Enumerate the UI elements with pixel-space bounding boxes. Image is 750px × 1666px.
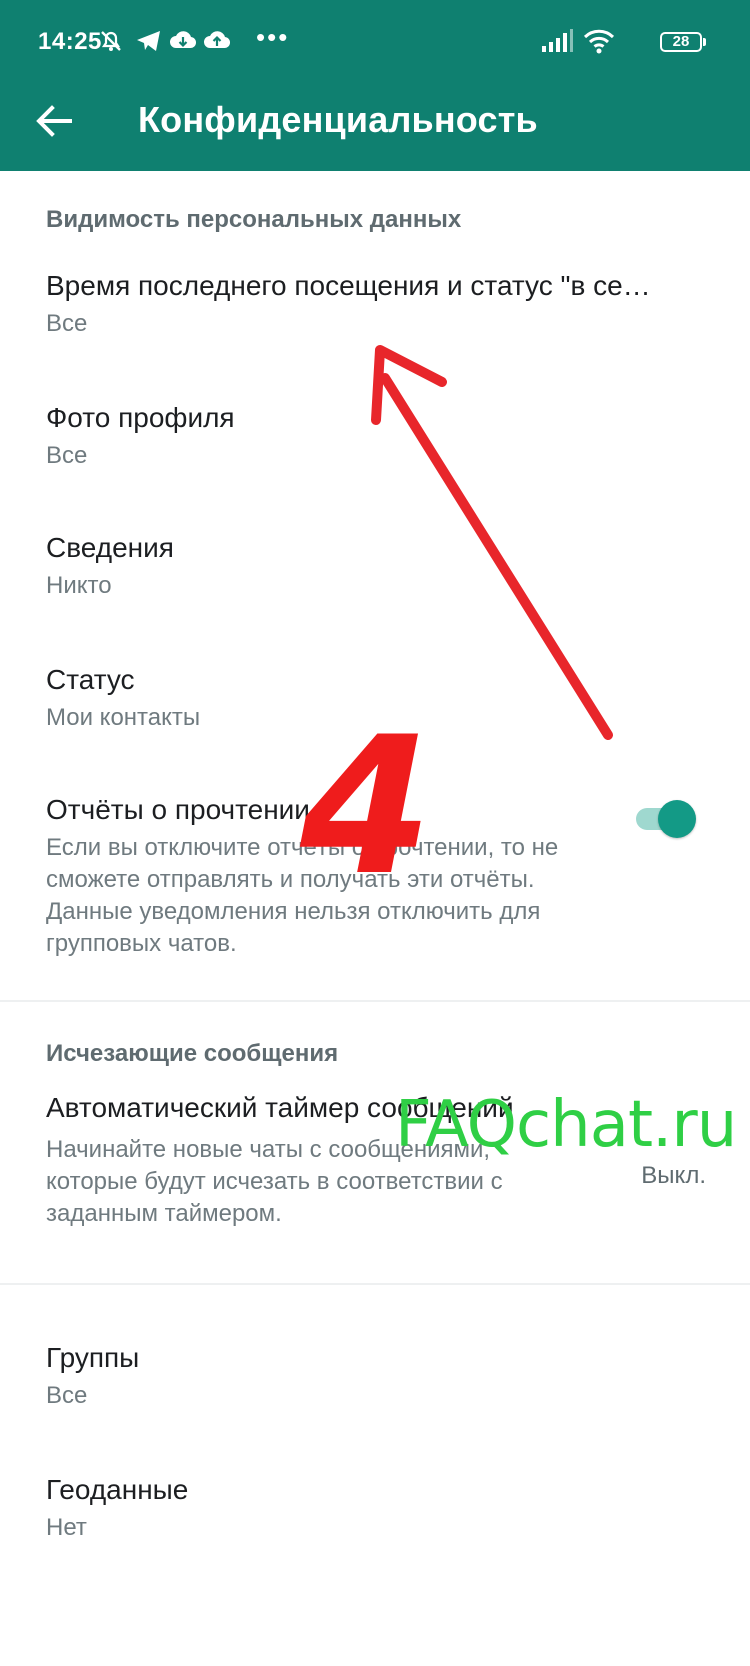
live-location-setting[interactable]: Геоданные Нет <box>0 1460 750 1570</box>
setting-title: Время последнего посещения и статус "в с… <box>46 270 651 301</box>
setting-title: Отчёты о прочтении <box>46 794 310 825</box>
setting-title: Группы <box>46 1342 140 1373</box>
about-setting[interactable]: Сведения Никто <box>0 518 750 628</box>
privacy-settings-screen: 14:25 ••• 28 Конфиденциальность Видимост… <box>0 0 750 1666</box>
wifi-icon <box>583 29 615 54</box>
cloud-download-icon <box>170 31 197 49</box>
section-header-personal-data: Видимость персональных данных <box>46 206 462 233</box>
setting-value: Никто <box>46 572 112 599</box>
section-header-disappearing: Исчезающие сообщения <box>46 1040 339 1067</box>
step-number: 4 <box>300 696 433 917</box>
profile-photo-setting[interactable]: Фото профиля Все <box>0 388 750 498</box>
cloud-upload-icon <box>204 31 231 49</box>
last-seen-setting[interactable]: Время последнего посещения и статус "в с… <box>0 256 750 366</box>
setting-value: Все <box>46 442 88 469</box>
setting-value: Выкл. <box>641 1162 706 1189</box>
setting-title: Фото профиля <box>46 402 235 433</box>
status-bar: 14:25 ••• 28 <box>0 0 750 84</box>
watermark: FAQchat.ru <box>395 1088 737 1162</box>
setting-value: Нет <box>46 1514 87 1541</box>
page-title: Конфиденциальность <box>138 99 538 140</box>
battery-icon: 28 <box>660 32 706 52</box>
status-time: 14:25 <box>38 28 102 55</box>
telegram-icon <box>137 31 160 51</box>
setting-value: Все <box>46 310 88 337</box>
section-divider <box>0 1283 750 1285</box>
setting-title: Статус <box>46 664 135 695</box>
signal-icon <box>542 29 573 52</box>
read-receipts-toggle[interactable] <box>636 800 698 838</box>
setting-value: Все <box>46 1382 88 1409</box>
back-arrow-icon[interactable] <box>30 96 80 146</box>
section-divider <box>0 1000 750 1002</box>
setting-value: Мои контакты <box>46 704 201 731</box>
setting-title: Сведения <box>46 532 174 563</box>
mute-alarm-icon <box>101 31 121 51</box>
groups-setting[interactable]: Группы Все <box>0 1328 750 1438</box>
toggle-thumb <box>658 800 696 838</box>
top-bar: 14:25 ••• 28 Конфиденциальность <box>0 0 750 171</box>
app-bar: Конфиденциальность <box>0 84 750 171</box>
setting-title: Геоданные <box>46 1474 189 1505</box>
more-notifications-icon: ••• <box>256 22 290 52</box>
